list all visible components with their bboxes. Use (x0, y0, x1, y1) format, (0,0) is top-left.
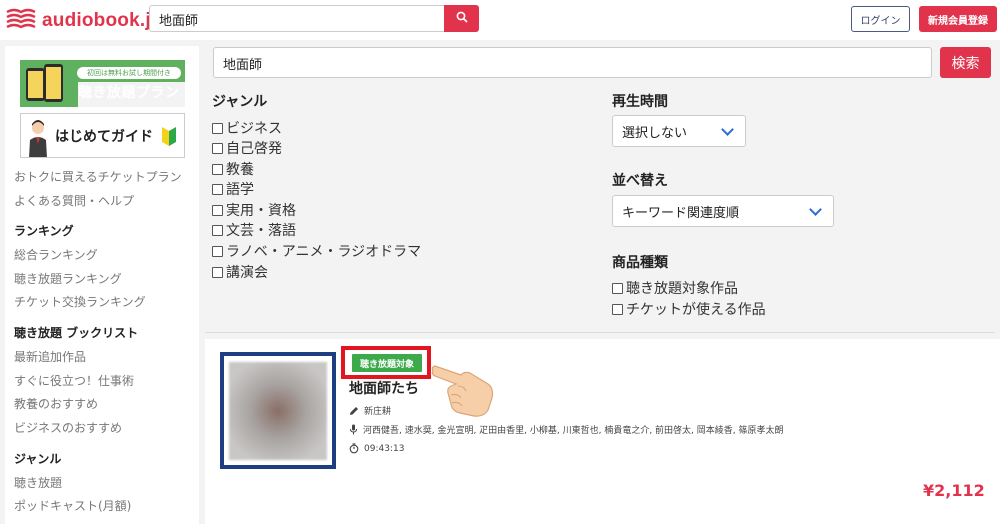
sidebar-link-ticket-plan[interactable]: おトクに買えるチケットプラン (14, 168, 182, 185)
guide-banner[interactable]: はじめてガイド (20, 113, 185, 158)
header-search-input[interactable]: 地面師 (149, 5, 445, 32)
sort-select[interactable]: キーワード関連度順 (612, 195, 834, 227)
signup-button[interactable]: 新規会員登録 (919, 6, 997, 32)
logo-text: audiobook.jp (42, 10, 163, 31)
duration-select[interactable]: 選択しない (612, 115, 746, 147)
login-button[interactable]: ログイン (851, 6, 910, 32)
checkbox-label: 実用・資格 (226, 203, 296, 219)
author-name[interactable]: 新庄耕 (364, 404, 391, 417)
microphone-icon (349, 424, 358, 435)
search-button[interactable]: 検索 (940, 47, 991, 78)
narrator-names[interactable]: 河西健吾, 速水奨, 金光宣明, 疋田由香里, 小柳基, 川東哲也, 楠貴竜之介… (363, 423, 784, 436)
duration-row: 09:43:13 (349, 443, 404, 454)
narrator-row: 河西健吾, 速水奨, 金光宣明, 疋田由香里, 小柳基, 川東哲也, 楠貴竜之介… (349, 423, 784, 436)
genre-checkbox-self-help[interactable]: 自己啓発 (212, 138, 282, 158)
product-type-heading: 商品種類 (612, 255, 668, 271)
checkbox[interactable] (612, 282, 623, 294)
checkbox[interactable] (612, 303, 623, 315)
author-row: 新庄耕 (349, 404, 391, 417)
beginner-mark-icon (162, 127, 176, 146)
badge-highlight-frame: 聴き放題対象 (341, 346, 431, 379)
cover-highlight-frame (220, 352, 336, 469)
type-checkbox-ticket[interactable]: チケットが使える作品 (612, 299, 766, 319)
unlimited-badge: 聴き放題対象 (352, 354, 422, 372)
logo-icon (6, 8, 36, 34)
sort-select-value: キーワード関連度順 (622, 205, 740, 221)
sidebar-link-liberal-arts[interactable]: 教養のおすすめ (14, 395, 98, 412)
stopwatch-icon (349, 443, 359, 454)
price: ¥2,112 (923, 481, 985, 500)
checkbox-label: 聴き放題対象作品 (626, 281, 738, 297)
checkbox[interactable] (212, 163, 223, 175)
chevron-down-icon (809, 202, 822, 216)
chevron-down-icon (721, 122, 734, 136)
pencil-icon (349, 406, 359, 416)
search-icon (456, 11, 468, 27)
duration-value: 09:43:13 (364, 443, 405, 454)
sidebar-heading-ranking: ランキング (14, 224, 74, 238)
book-title[interactable]: 地面師たち (349, 378, 419, 398)
checkbox[interactable] (212, 122, 223, 134)
sidebar-link-overall-ranking[interactable]: 総合ランキング (14, 246, 98, 263)
genre-filter-heading: ジャンル (212, 94, 268, 110)
plan-banner-tag: 初回は無料お試し期間付き (77, 67, 181, 79)
sidebar-link-business[interactable]: ビジネスのおすすめ (14, 419, 122, 436)
checkbox[interactable] (212, 245, 223, 257)
plan-banner[interactable]: 初回は無料お試し期間付き 聴き放題プラン (20, 60, 185, 107)
genre-checkbox-liberal-arts[interactable]: 教養 (212, 159, 254, 179)
checkbox[interactable] (212, 183, 223, 195)
type-checkbox-unlimited[interactable]: 聴き放題対象作品 (612, 278, 738, 298)
genre-checkbox-business[interactable]: ビジネス (212, 118, 282, 138)
guide-banner-title: はじめてガイド (55, 129, 153, 145)
phone-icon (44, 64, 63, 102)
checkbox-label: ビジネス (226, 121, 282, 137)
checkbox-label: 講演会 (226, 265, 268, 281)
genre-checkbox-light-novel[interactable]: ラノベ・アニメ・ラジオドラマ (212, 241, 421, 261)
sidebar-link-newest[interactable]: 最新追加作品 (14, 348, 86, 365)
sidebar-heading-booklist: 聴き放題 ブックリスト (14, 326, 139, 340)
checkbox-label: 語学 (226, 182, 254, 198)
duration-filter-heading: 再生時間 (612, 94, 668, 110)
checkbox[interactable] (212, 142, 223, 154)
checkbox-label: 自己啓発 (226, 141, 282, 157)
logo[interactable]: audiobook.jp (6, 8, 163, 34)
checkbox-label: 文芸・落語 (226, 223, 296, 239)
genre-checkbox-lecture[interactable]: 講演会 (212, 262, 268, 282)
pointing-hand-icon (431, 365, 494, 417)
search-input[interactable]: 地面師 (213, 47, 932, 78)
phone-icon (26, 68, 45, 101)
divider (205, 332, 995, 333)
person-icon (29, 120, 47, 157)
sidebar-link-ticket-ranking[interactable]: チケット交換ランキング (14, 293, 146, 310)
sidebar-link-work-tips[interactable]: すぐに役立つ！仕事術 (14, 372, 134, 389)
sidebar-link-unlimited-ranking[interactable]: 聴き放題ランキング (14, 270, 122, 287)
sidebar-link-podcast[interactable]: ポッドキャスト(月額) (14, 497, 131, 514)
genre-checkbox-literature[interactable]: 文芸・落語 (212, 220, 296, 240)
checkbox[interactable] (212, 224, 223, 236)
genre-checkbox-language[interactable]: 語学 (212, 179, 254, 199)
checkbox-label: チケットが使える作品 (626, 302, 766, 318)
book-cover-image[interactable] (229, 362, 327, 460)
sidebar-link-unlimited[interactable]: 聴き放題 (14, 474, 62, 491)
checkbox[interactable] (212, 266, 223, 278)
checkbox-label: ラノベ・アニメ・ラジオドラマ (226, 244, 422, 260)
sidebar-link-help[interactable]: よくある質問・ヘルプ (14, 192, 134, 209)
header-search-button[interactable] (444, 5, 479, 32)
sidebar-heading-genre: ジャンル (14, 452, 62, 466)
checkbox-label: 教養 (226, 162, 254, 178)
duration-select-value: 選択しない (622, 125, 688, 141)
genre-checkbox-practical[interactable]: 実用・資格 (212, 200, 296, 220)
plan-banner-title: 聴き放題プラン (78, 82, 185, 107)
checkbox[interactable] (212, 204, 223, 216)
sort-heading: 並べ替え (612, 173, 668, 189)
